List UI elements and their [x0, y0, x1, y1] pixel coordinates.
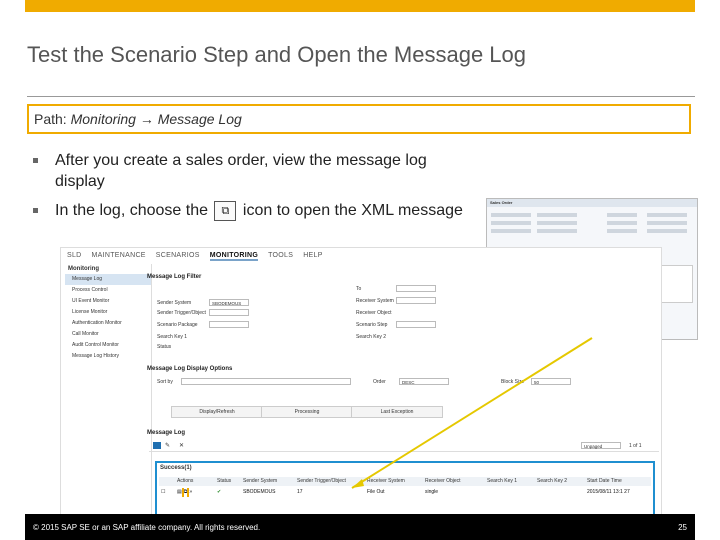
callout-arrowhead	[352, 479, 364, 488]
footer: © 2015 SAP SE or an SAP affiliate compan…	[25, 514, 695, 540]
page-number: 25	[678, 523, 687, 532]
callout-arrows	[351, 337, 593, 489]
callout-arrow-line	[351, 337, 593, 489]
footer-copyright: © 2015 SAP SE or an SAP affiliate compan…	[33, 523, 261, 532]
